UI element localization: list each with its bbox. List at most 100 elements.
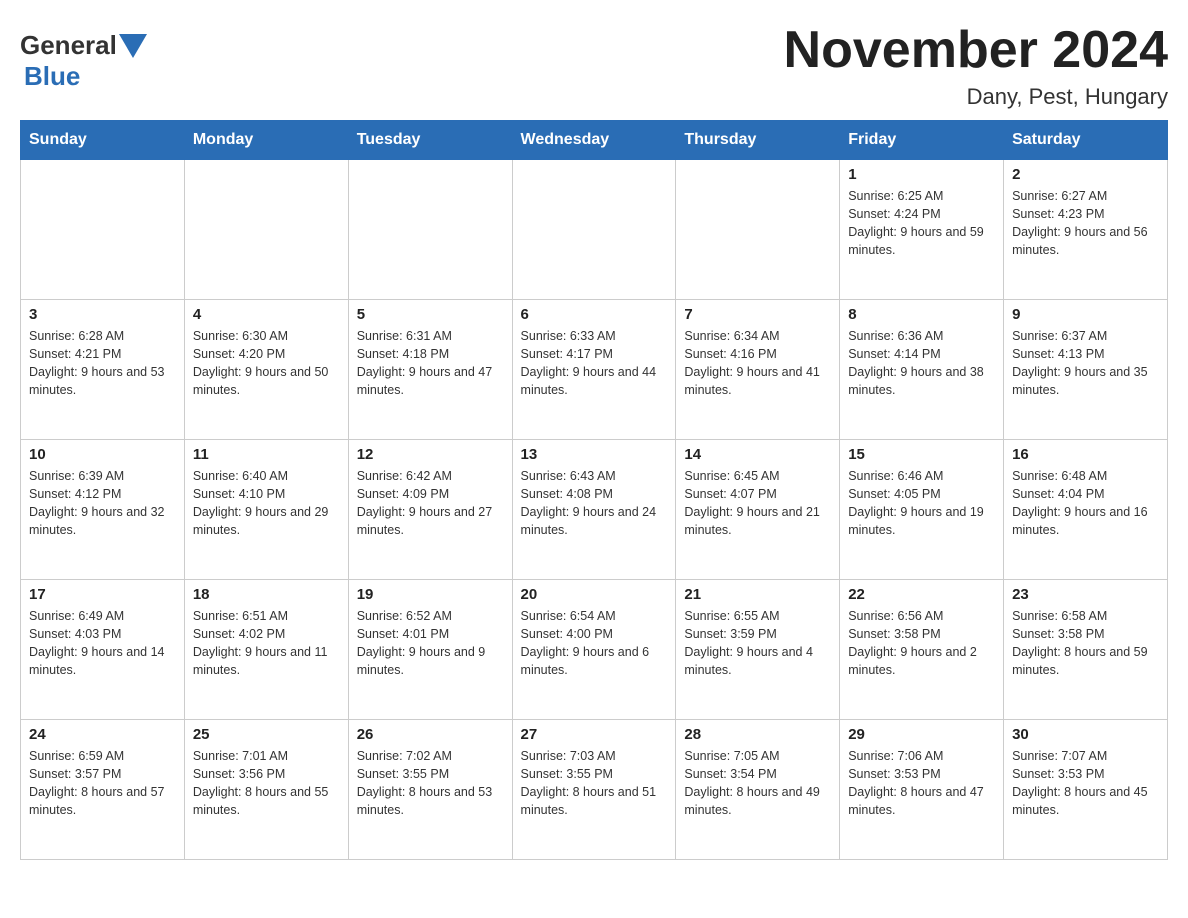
day-number: 4 [193, 306, 340, 323]
calendar-cell [21, 160, 185, 300]
weekday-header-friday: Friday [840, 121, 1004, 160]
day-number: 23 [1012, 586, 1159, 603]
day-info: Sunrise: 6:46 AM Sunset: 4:05 PM Dayligh… [848, 467, 995, 540]
day-number: 12 [357, 446, 504, 463]
day-number: 8 [848, 306, 995, 323]
day-number: 24 [29, 726, 176, 743]
calendar-cell: 2 Sunrise: 6:27 AM Sunset: 4:23 PM Daylig… [1004, 160, 1168, 300]
day-info: Sunrise: 6:48 AM Sunset: 4:04 PM Dayligh… [1012, 467, 1159, 540]
weekday-header-tuesday: Tuesday [348, 121, 512, 160]
calendar-cell: 21 Sunrise: 6:55 AM Sunset: 3:59 PM Dayli… [676, 580, 840, 720]
day-info: Sunrise: 6:52 AM Sunset: 4:01 PM Dayligh… [357, 607, 504, 680]
calendar-cell: 27 Sunrise: 7:03 AM Sunset: 3:55 PM Dayli… [512, 720, 676, 860]
day-info: Sunrise: 6:42 AM Sunset: 4:09 PM Dayligh… [357, 467, 504, 540]
day-number: 3 [29, 306, 176, 323]
weekday-header-sunday: Sunday [21, 121, 185, 160]
calendar-subtitle: Dany, Pest, Hungary [784, 84, 1168, 110]
day-number: 13 [521, 446, 668, 463]
calendar-table: SundayMondayTuesdayWednesdayThursdayFrid… [20, 120, 1168, 860]
day-info: Sunrise: 6:28 AM Sunset: 4:21 PM Dayligh… [29, 327, 176, 400]
day-number: 27 [521, 726, 668, 743]
week-row-4: 17 Sunrise: 6:49 AM Sunset: 4:03 PM Dayli… [21, 580, 1168, 720]
logo-general-text: General [20, 30, 117, 61]
day-info: Sunrise: 7:05 AM Sunset: 3:54 PM Dayligh… [684, 747, 831, 820]
day-info: Sunrise: 7:03 AM Sunset: 3:55 PM Dayligh… [521, 747, 668, 820]
day-number: 2 [1012, 166, 1159, 183]
calendar-cell: 7Sunrise: 6:34 AM Sunset: 4:16 PM Daylig… [676, 300, 840, 440]
calendar-cell: 23 Sunrise: 6:58 AM Sunset: 3:58 PM Dayli… [1004, 580, 1168, 720]
day-info: Sunrise: 7:06 AM Sunset: 3:53 PM Dayligh… [848, 747, 995, 820]
day-number: 26 [357, 726, 504, 743]
calendar-cell: 15Sunrise: 6:46 AM Sunset: 4:05 PM Dayli… [840, 440, 1004, 580]
day-info: Sunrise: 6:43 AM Sunset: 4:08 PM Dayligh… [521, 467, 668, 540]
day-number: 9 [1012, 306, 1159, 323]
day-number: 20 [521, 586, 668, 603]
calendar-cell: 30 Sunrise: 7:07 AM Sunset: 3:53 PM Dayli… [1004, 720, 1168, 860]
calendar-cell: 22Sunrise: 6:56 AM Sunset: 3:58 PM Dayli… [840, 580, 1004, 720]
logo-blue-text: Blue [24, 61, 80, 91]
day-info: Sunrise: 7:01 AM Sunset: 3:56 PM Dayligh… [193, 747, 340, 820]
day-info: Sunrise: 6:34 AM Sunset: 4:16 PM Dayligh… [684, 327, 831, 400]
day-number: 16 [1012, 446, 1159, 463]
day-number: 29 [848, 726, 995, 743]
weekday-header-saturday: Saturday [1004, 121, 1168, 160]
week-row-2: 3 Sunrise: 6:28 AM Sunset: 4:21 PM Daylig… [21, 300, 1168, 440]
calendar-cell: 19 Sunrise: 6:52 AM Sunset: 4:01 PM Dayli… [348, 580, 512, 720]
calendar-cell [348, 160, 512, 300]
weekday-header-monday: Monday [184, 121, 348, 160]
day-info: Sunrise: 6:37 AM Sunset: 4:13 PM Dayligh… [1012, 327, 1159, 400]
day-number: 28 [684, 726, 831, 743]
calendar-cell: 13 Sunrise: 6:43 AM Sunset: 4:08 PM Dayli… [512, 440, 676, 580]
day-info: Sunrise: 6:49 AM Sunset: 4:03 PM Dayligh… [29, 607, 176, 680]
day-number: 30 [1012, 726, 1159, 743]
day-number: 25 [193, 726, 340, 743]
day-info: Sunrise: 6:39 AM Sunset: 4:12 PM Dayligh… [29, 467, 176, 540]
weekday-header-thursday: Thursday [676, 121, 840, 160]
calendar-cell [676, 160, 840, 300]
week-row-3: 10Sunrise: 6:39 AM Sunset: 4:12 PM Dayli… [21, 440, 1168, 580]
calendar-cell: 3 Sunrise: 6:28 AM Sunset: 4:21 PM Daylig… [21, 300, 185, 440]
weekday-header-row: SundayMondayTuesdayWednesdayThursdayFrid… [21, 121, 1168, 160]
calendar-cell: 26 Sunrise: 7:02 AM Sunset: 3:55 PM Dayli… [348, 720, 512, 860]
day-number: 22 [848, 586, 995, 603]
day-number: 6 [521, 306, 668, 323]
weekday-header-wednesday: Wednesday [512, 121, 676, 160]
logo: General Blue [20, 20, 149, 92]
calendar-cell: 28 Sunrise: 7:05 AM Sunset: 3:54 PM Dayli… [676, 720, 840, 860]
day-info: Sunrise: 6:58 AM Sunset: 3:58 PM Dayligh… [1012, 607, 1159, 680]
day-info: Sunrise: 7:07 AM Sunset: 3:53 PM Dayligh… [1012, 747, 1159, 820]
calendar-cell: 1Sunrise: 6:25 AM Sunset: 4:24 PM Daylig… [840, 160, 1004, 300]
day-info: Sunrise: 6:27 AM Sunset: 4:23 PM Dayligh… [1012, 187, 1159, 260]
calendar-cell: 11Sunrise: 6:40 AM Sunset: 4:10 PM Dayli… [184, 440, 348, 580]
logo-triangle-icon [119, 34, 147, 58]
day-number: 18 [193, 586, 340, 603]
calendar-cell: 8 Sunrise: 6:36 AM Sunset: 4:14 PM Daylig… [840, 300, 1004, 440]
week-row-1: 1Sunrise: 6:25 AM Sunset: 4:24 PM Daylig… [21, 160, 1168, 300]
day-info: Sunrise: 6:59 AM Sunset: 3:57 PM Dayligh… [29, 747, 176, 820]
day-info: Sunrise: 6:33 AM Sunset: 4:17 PM Dayligh… [521, 327, 668, 400]
day-info: Sunrise: 6:45 AM Sunset: 4:07 PM Dayligh… [684, 467, 831, 540]
calendar-cell: 5 Sunrise: 6:31 AM Sunset: 4:18 PM Daylig… [348, 300, 512, 440]
calendar-cell: 18 Sunrise: 6:51 AM Sunset: 4:02 PM Dayli… [184, 580, 348, 720]
title-section: November 2024 Dany, Pest, Hungary [784, 20, 1168, 110]
calendar-cell: 10Sunrise: 6:39 AM Sunset: 4:12 PM Dayli… [21, 440, 185, 580]
calendar-cell: 4 Sunrise: 6:30 AM Sunset: 4:20 PM Daylig… [184, 300, 348, 440]
calendar-cell: 14Sunrise: 6:45 AM Sunset: 4:07 PM Dayli… [676, 440, 840, 580]
calendar-cell: 16 Sunrise: 6:48 AM Sunset: 4:04 PM Dayli… [1004, 440, 1168, 580]
day-info: Sunrise: 6:31 AM Sunset: 4:18 PM Dayligh… [357, 327, 504, 400]
calendar-title: November 2024 [784, 20, 1168, 80]
day-number: 19 [357, 586, 504, 603]
day-info: Sunrise: 7:02 AM Sunset: 3:55 PM Dayligh… [357, 747, 504, 820]
day-number: 21 [684, 586, 831, 603]
day-info: Sunrise: 6:55 AM Sunset: 3:59 PM Dayligh… [684, 607, 831, 680]
day-info: Sunrise: 6:30 AM Sunset: 4:20 PM Dayligh… [193, 327, 340, 400]
day-info: Sunrise: 6:36 AM Sunset: 4:14 PM Dayligh… [848, 327, 995, 400]
day-info: Sunrise: 6:54 AM Sunset: 4:00 PM Dayligh… [521, 607, 668, 680]
day-number: 17 [29, 586, 176, 603]
day-info: Sunrise: 6:51 AM Sunset: 4:02 PM Dayligh… [193, 607, 340, 680]
calendar-cell: 25 Sunrise: 7:01 AM Sunset: 3:56 PM Dayli… [184, 720, 348, 860]
day-number: 11 [193, 446, 340, 463]
calendar-cell: 20 Sunrise: 6:54 AM Sunset: 4:00 PM Dayli… [512, 580, 676, 720]
day-number: 5 [357, 306, 504, 323]
calendar-cell: 12 Sunrise: 6:42 AM Sunset: 4:09 PM Dayli… [348, 440, 512, 580]
